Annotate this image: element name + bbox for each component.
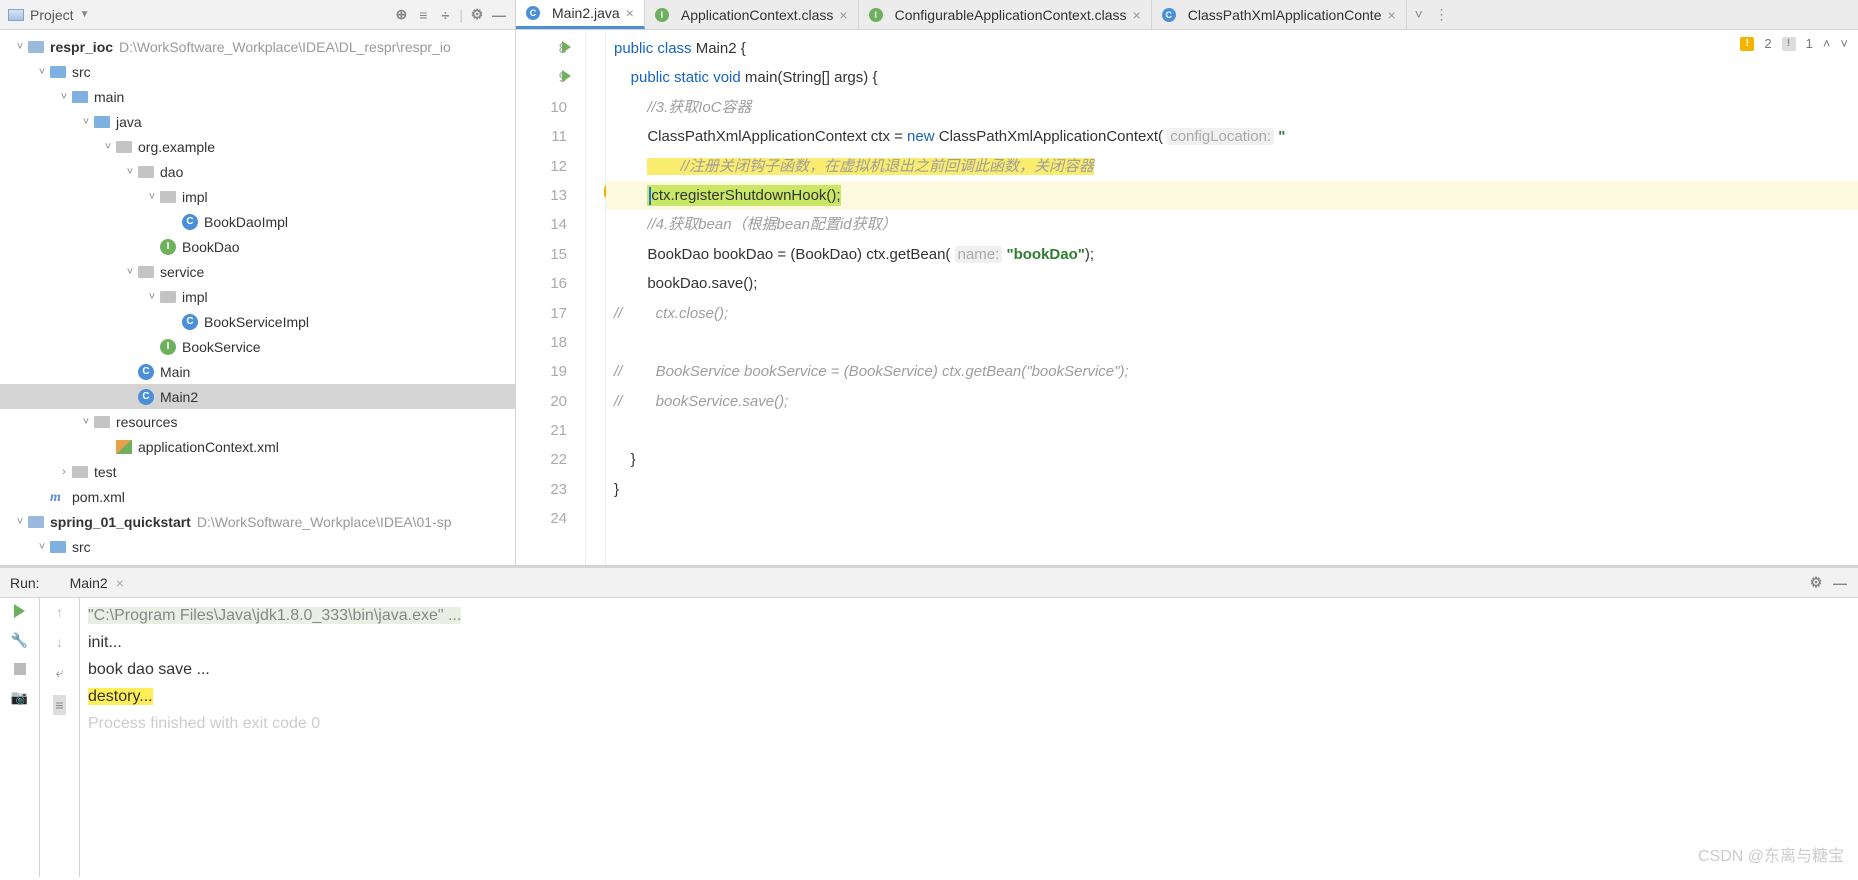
camera-icon[interactable]: 📷 [11, 689, 28, 706]
expand-icon[interactable]: ≡ [415, 7, 431, 23]
tab-main2-java[interactable]: CMain2.java× [516, 0, 645, 29]
tree-item-spring-01-quickstart[interactable]: ˅spring_01_quickstartD:\WorkSoftware_Wor… [0, 509, 515, 534]
run-gutter-icon[interactable] [562, 41, 571, 53]
wrench-icon[interactable]: 🔧 [11, 632, 28, 649]
project-tree[interactable]: ˅respr_iocD:\WorkSoftware_Workplace\IDEA… [0, 30, 515, 565]
close-icon[interactable]: × [626, 5, 634, 21]
tab-applicationcontext-class[interactable]: IApplicationContext.class× [645, 0, 859, 29]
tree-item-bookserviceimpl[interactable]: CBookServiceImpl [0, 309, 515, 334]
code-area[interactable]: 89101112131415161718192021222324 !2 !1 ˄… [516, 30, 1858, 565]
tree-item-src[interactable]: ˅src [0, 534, 515, 559]
stop-icon[interactable] [14, 663, 26, 675]
run-gear-icon[interactable]: ⚙ [1808, 575, 1824, 591]
editor-tabs: CMain2.java×IApplicationContext.class×IC… [516, 0, 1858, 30]
run-config-name: Main2 [70, 575, 108, 591]
editor-pane: CMain2.java×IApplicationContext.class×IC… [516, 0, 1858, 565]
tree-item-bookdao[interactable]: IBookDao [0, 234, 515, 259]
project-icon [8, 9, 24, 21]
fold-column [586, 30, 606, 565]
run-header: Run: Main2 × ⚙ — [0, 568, 1858, 598]
run-label: Run: [10, 575, 40, 591]
console-output[interactable]: "C:\Program Files\Java\jdk1.8.0_333\bin\… [80, 598, 1858, 877]
tree-item-applicationcontext-xml[interactable]: applicationContext.xml [0, 434, 515, 459]
run-config-icon [48, 577, 62, 588]
tabs-more[interactable]: ˅ ⋮ [1407, 0, 1457, 29]
project-sidebar: Project ▼ ⊕ ≡ ÷ | ⚙ — ˅respr_iocD:\WorkS… [0, 0, 516, 565]
tree-item-bookdaoimpl[interactable]: CBookDaoImpl [0, 209, 515, 234]
tree-item-test[interactable]: ›test [0, 459, 515, 484]
collapse-icon[interactable]: ÷ [437, 7, 453, 23]
scroll-icon[interactable]: ≡ [53, 695, 65, 715]
tree-item-main[interactable]: ˅main [0, 84, 515, 109]
watermark: CSDN @东离与糖宝 [1698, 842, 1844, 866]
tab-configurableapplicationcontext-class[interactable]: IConfigurableApplicationContext.class× [859, 0, 1152, 29]
run-hide-icon[interactable]: — [1832, 575, 1848, 591]
tree-item-org-example[interactable]: ˅org.example [0, 134, 515, 159]
tree-item-resources[interactable]: ˅resources [0, 409, 515, 434]
locate-icon[interactable]: ⊕ [393, 7, 409, 23]
up-arrow-icon[interactable]: ↑ [56, 604, 63, 620]
tree-item-impl[interactable]: ˅impl [0, 184, 515, 209]
code-content[interactable]: public class Main2 { public static void … [606, 30, 1858, 565]
hide-icon[interactable]: — [491, 7, 507, 23]
sidebar-title: Project [30, 7, 74, 23]
chevron-down-icon[interactable]: ▼ [80, 9, 90, 20]
run-toolbar-left: 🔧 📷 [0, 598, 40, 877]
tree-item-impl[interactable]: ˅impl [0, 284, 515, 309]
tree-item-src[interactable]: ˅src [0, 59, 515, 84]
close-run-tab-icon[interactable]: × [116, 575, 124, 591]
tab-classpathxmlapplicationconte[interactable]: CClassPathXmlApplicationConte× [1152, 0, 1407, 29]
tree-item-main2[interactable]: CMain2 [0, 384, 515, 409]
rerun-icon[interactable] [14, 604, 25, 618]
run-gutter-icon[interactable] [562, 70, 571, 82]
close-icon[interactable]: × [1387, 7, 1395, 23]
tree-item-respr-ioc[interactable]: ˅respr_iocD:\WorkSoftware_Workplace\IDEA… [0, 34, 515, 59]
tree-item-java[interactable]: ˅java [0, 109, 515, 134]
tree-item-dao[interactable]: ˅dao [0, 159, 515, 184]
sidebar-header: Project ▼ ⊕ ≡ ÷ | ⚙ — [0, 0, 515, 30]
gutter: 89101112131415161718192021222324 [516, 30, 586, 565]
gear-icon[interactable]: ⚙ [469, 7, 485, 23]
tree-item-main[interactable]: CMain [0, 359, 515, 384]
close-icon[interactable]: × [839, 7, 847, 23]
tree-item-bookservice[interactable]: IBookService [0, 334, 515, 359]
tree-item-service[interactable]: ˅service [0, 259, 515, 284]
softwrap-icon[interactable]: ⤶ [56, 664, 64, 681]
run-toolwindow: Run: Main2 × ⚙ — 🔧 📷 ↑ ↓ ⤶ ≡ "C:\Program… [0, 565, 1858, 877]
tree-item-pom-xml[interactable]: mpom.xml [0, 484, 515, 509]
down-arrow-icon[interactable]: ↓ [56, 634, 63, 650]
close-icon[interactable]: × [1133, 7, 1141, 23]
run-toolbar-nav: ↑ ↓ ⤶ ≡ [40, 598, 80, 877]
